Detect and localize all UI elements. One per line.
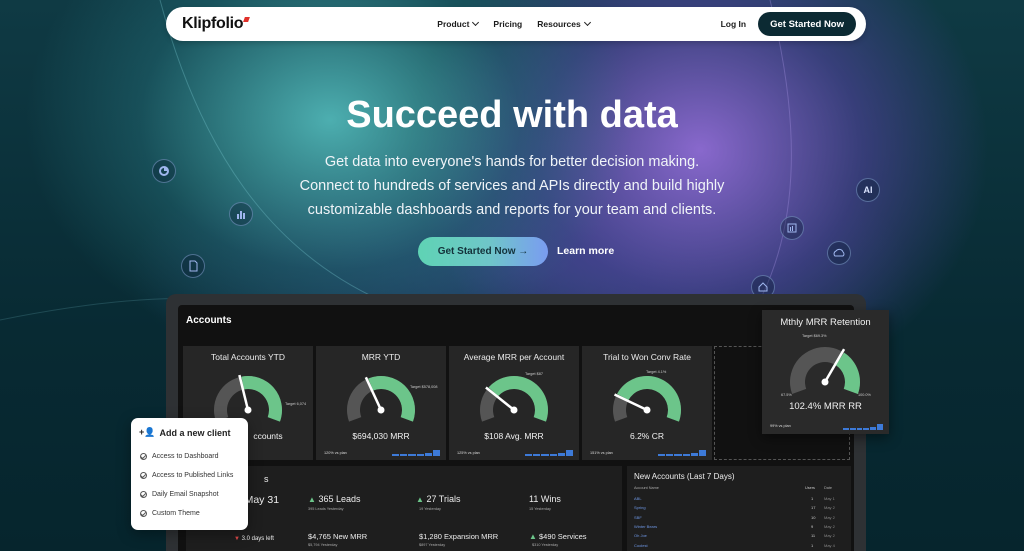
- client-option-published-links[interactable]: Access to Published Links: [140, 472, 233, 479]
- get-started-nav-button[interactable]: Get Started Now: [758, 12, 856, 36]
- tile-average-mrr: Average MRR per Account Target $87 $108 …: [449, 346, 579, 460]
- account-name[interactable]: Winter Bears: [634, 524, 657, 529]
- get-started-hero-button[interactable]: Get Started Now →: [418, 237, 548, 266]
- gauge-pivot: [377, 406, 385, 414]
- client-option-email-snapshot[interactable]: Daily Email Snapshot: [140, 491, 219, 498]
- cloud-icon: [827, 241, 851, 265]
- nav-links: Product Pricing Resources: [437, 18, 591, 29]
- mini-bar-chart: [392, 450, 441, 456]
- check-circle-icon: [140, 472, 147, 479]
- gauge-fill: [488, 376, 548, 422]
- learn-more-link[interactable]: Learn more: [557, 245, 614, 257]
- table-row[interactable]: SBF 10 May 2: [627, 515, 851, 523]
- gauge-chart: [613, 376, 681, 422]
- pie-chart-icon: [152, 159, 176, 183]
- table-row[interactable]: Spring 17 May 2: [627, 505, 851, 513]
- logo[interactable]: Klipfolio: [182, 15, 251, 33]
- daily-stats-panel: s ng May 31 ▼ 3.0 days left ▲ 365 Leads …: [186, 466, 622, 551]
- mini-bar-chart: [658, 450, 707, 456]
- table-header: Account Name Users Date: [634, 486, 833, 490]
- account-date: May 2: [824, 533, 835, 539]
- dashboard: Accounts Total Accounts YTD Target 6,074…: [178, 305, 854, 551]
- account-users: 9: [811, 523, 814, 529]
- add-user-icon: +👤: [139, 427, 156, 437]
- gauge-pivot: [510, 406, 518, 414]
- mini-bar-chart: [843, 424, 883, 430]
- nav-resources[interactable]: Resources: [537, 18, 591, 29]
- table-row[interactable]: Winter Bears 9 May 2: [627, 524, 851, 532]
- check-circle-icon: [140, 453, 147, 460]
- account-users: 17: [811, 505, 816, 511]
- mthly-mrr-retention-card: Mthly MRR Retention Target $69.3% 67.5% …: [762, 310, 889, 434]
- nav-product[interactable]: Product: [437, 18, 480, 29]
- account-date: May 2: [824, 514, 835, 520]
- client-option-dashboard[interactable]: Access to Dashboard: [140, 453, 219, 460]
- account-users: 1: [811, 496, 814, 501]
- tile-mrr-ytd: MRR YTD Target $578,008 $694,030 MRR 120…: [316, 346, 446, 460]
- account-users: 10: [811, 514, 816, 520]
- client-option-custom-theme[interactable]: Custom Theme: [140, 510, 200, 517]
- gauge-pivot: [643, 406, 651, 414]
- account-users: 11: [811, 533, 816, 539]
- account-name[interactable]: Coolest: [634, 543, 648, 548]
- chart-doc-icon: [780, 216, 804, 240]
- document-icon: [181, 254, 205, 278]
- account-name[interactable]: SBF: [634, 515, 642, 520]
- table-row[interactable]: Oh Joe 11 May 2: [627, 533, 851, 541]
- table-row[interactable]: Coolest 1 May 4: [627, 543, 851, 551]
- dashboard-title: Accounts: [186, 315, 232, 326]
- check-circle-icon: [140, 491, 147, 498]
- account-name[interactable]: Oh Joe: [634, 533, 647, 538]
- ai-icon: AI: [856, 178, 880, 202]
- chevron-down-icon: [583, 18, 591, 27]
- account-date: May 2: [824, 505, 835, 511]
- gauge-chart: [790, 347, 860, 394]
- account-date: May 2: [824, 523, 835, 529]
- account-date: May 4: [824, 542, 835, 548]
- gauge-chart: [480, 376, 548, 422]
- gauge-chart: [347, 376, 415, 422]
- mini-bar-chart: [525, 450, 574, 456]
- hero-title: Succeed with data: [346, 94, 678, 136]
- gauge-pivot: [244, 406, 252, 414]
- login-link[interactable]: Log In: [721, 19, 747, 29]
- account-name[interactable]: Spring: [634, 505, 646, 510]
- gauge-fill: [241, 376, 282, 422]
- tile-trial-to-won: Trial to Won Conv Rate Target 4.1% 6.2% …: [582, 346, 712, 460]
- account-name[interactable]: ABL: [634, 496, 642, 501]
- bar-chart-icon: [229, 202, 253, 226]
- nav-pricing[interactable]: Pricing: [493, 19, 522, 29]
- table-row[interactable]: ABL 1 May 1: [627, 496, 851, 504]
- new-accounts-table: New Accounts (Last 7 Days) Account Name …: [627, 466, 851, 551]
- gauge-fill: [617, 376, 681, 422]
- account-users: 1: [811, 542, 814, 548]
- gauge-pivot: [821, 378, 829, 386]
- add-client-card: +👤 Add a new client Access to Dashboard …: [131, 418, 248, 530]
- add-client-header[interactable]: +👤 Add a new client: [139, 427, 230, 438]
- top-navigation: Klipfolio Product Pricing Resources Log …: [166, 7, 866, 41]
- account-date: May 1: [824, 496, 835, 501]
- chevron-down-icon: [472, 18, 480, 27]
- check-circle-icon: [140, 510, 147, 517]
